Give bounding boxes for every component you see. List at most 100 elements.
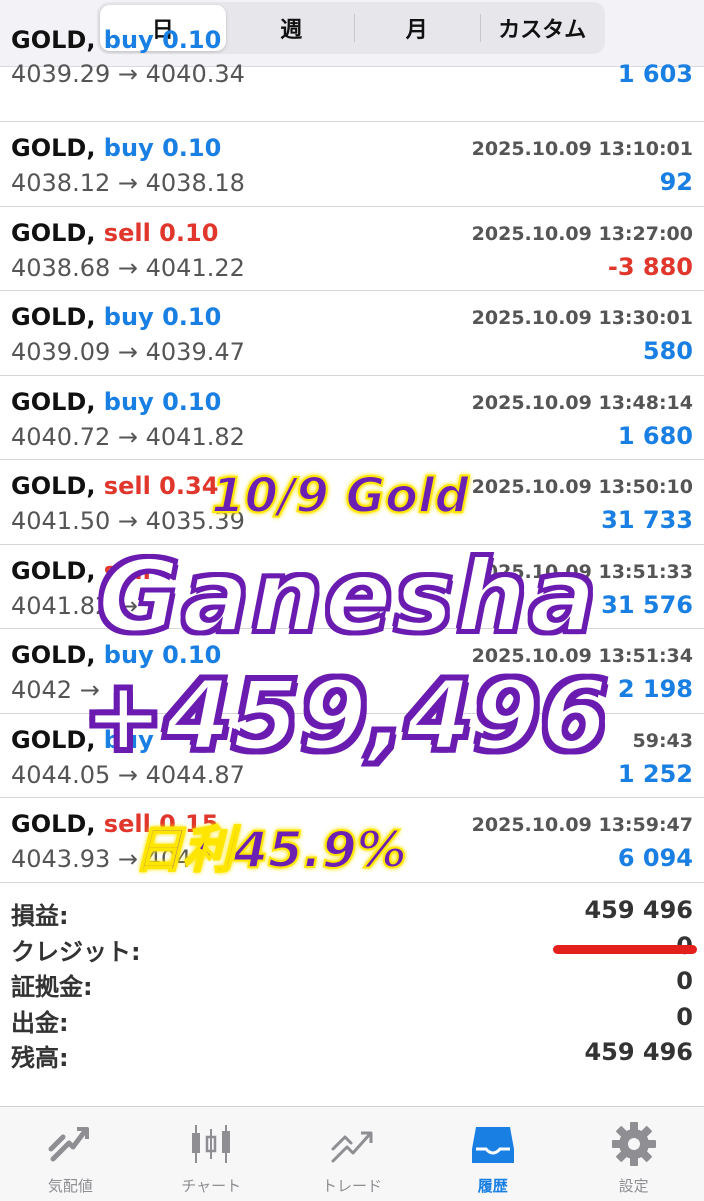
summary-label: 証拠金: (11, 973, 93, 1001)
tab-history[interactable]: 履歴 (422, 1107, 563, 1201)
trade-prices: 4039.29 → 4040.34 (11, 60, 245, 88)
summary-label: 出金: (11, 1008, 69, 1037)
trade-symbol-name: GOLD, (11, 556, 96, 585)
open-price: 4039.09 (11, 338, 111, 366)
trade-row[interactable]: GOLD, sell 0.34 2025.10.09 13:50:10 4041.5… (0, 460, 704, 545)
tab-chart[interactable]: チャート (141, 1107, 282, 1201)
trade-direction: buy (103, 387, 154, 416)
tab-quotes[interactable]: 気配値 (0, 1107, 141, 1201)
trade-direction: buy (103, 725, 154, 754)
close-price: 4041.22 (145, 253, 245, 282)
close-price: 4035.39 (145, 507, 245, 535)
trade-direction: buy (103, 641, 154, 669)
trade-symbol-name: GOLD, (11, 26, 96, 54)
trade-direction: buy (103, 26, 154, 54)
trade-direction: sell (103, 472, 151, 500)
trade-prices: 4040.72 → 4041.82 (11, 423, 245, 451)
trade-row[interactable]: GOLD, buy 59:43 4044.05 → 4044.87 1 252 (0, 714, 704, 798)
trade-direction: sell (103, 556, 151, 585)
trade-volume: 0.10 (162, 303, 222, 331)
trade-row[interactable]: GOLD, sell 0.10 2025.10.09 13:27:00 4038.6… (0, 207, 704, 291)
trade-direction: sell (103, 218, 151, 247)
tab-trade-label: トレード (321, 1177, 382, 1195)
trade-history-list: GOLD, buy 0.10 4039.29 → 4040.34 1 603 GOLD… (0, 26, 704, 883)
open-price: 4038.12 (11, 169, 111, 197)
trade-type: sell 0.10 (95, 218, 219, 247)
trade-symbol: GOLD, sell 0.10 (11, 219, 218, 247)
summary-value: 0 (676, 1002, 693, 1031)
trade-profit: 1 680 (617, 421, 693, 450)
trade-profit: 1 603 (617, 60, 693, 88)
summary-row: 証拠金: 0 (0, 963, 704, 1001)
open-price: 4044.05 (11, 760, 111, 789)
tab-settings[interactable]: 設定 (563, 1107, 704, 1201)
summary-row: 出金: 0 (0, 999, 704, 1037)
summary-value: 459 496 (584, 1038, 693, 1066)
trade-prices: 4044.05 → 4044.87 (11, 761, 245, 789)
arrow-right-icon: → (117, 422, 138, 451)
trade-row[interactable]: GOLD, buy 0.10 4039.29 → 4040.34 1 603 (0, 26, 704, 122)
trade-type: buy (95, 725, 154, 754)
trade-symbol: GOLD, sell 0.15 (11, 810, 218, 838)
arrow-right-icon: → (117, 338, 138, 366)
trade-symbol-name: GOLD, (11, 134, 96, 162)
trade-direction: sell (103, 810, 151, 838)
arrow-right-icon: → (117, 760, 138, 789)
arrow-right-icon: → (117, 507, 138, 535)
settings-icon (611, 1122, 656, 1166)
trade-symbol-name: GOLD, (11, 810, 96, 838)
trade-symbol: GOLD, buy 0.10 (11, 26, 221, 54)
trade-time: 2025.10.09 13:51:34 (471, 645, 693, 667)
trade-icon (331, 1131, 373, 1163)
trade-symbol-name: GOLD, (11, 725, 96, 754)
trade-volume: 0.10 (162, 26, 222, 54)
trade-type: buy 0.10 (95, 26, 222, 54)
trade-row[interactable]: GOLD, buy 0.10 2025.10.09 13:51:34 4042 → … (0, 629, 704, 714)
trade-time: 2025.10.09 13:10:01 (471, 138, 693, 160)
summary-label: 残高: (11, 1044, 69, 1072)
tab-trade[interactable]: トレード (282, 1107, 423, 1201)
trade-profit: 2 198 (617, 675, 693, 703)
summary-label: 損益: (11, 902, 69, 930)
summary-row: 損益: 459 496 (0, 892, 704, 930)
tab-quotes-label: 気配値 (47, 1177, 93, 1195)
trade-profit: 92 (659, 168, 693, 196)
trade-symbol: GOLD, buy 0.10 (11, 641, 221, 669)
summary-value: 0 (676, 967, 693, 995)
trade-volume: 0.15 (159, 810, 219, 838)
trade-profit: 1 252 (617, 759, 693, 788)
summary-row: 残高: 459 496 (0, 1034, 704, 1072)
trade-symbol: GOLD, buy 0.10 (11, 134, 221, 162)
trade-row[interactable]: GOLD, sell 2025.10.09 13:51:33 4041.82 → … (0, 545, 704, 629)
trade-time: 59:43 (632, 729, 693, 752)
trade-row[interactable]: GOLD, sell 0.15 2025.10.09 13:59:47 4043.9… (0, 798, 704, 883)
trade-row[interactable]: GOLD, buy 0.10 2025.10.09 13:10:01 4038.12… (0, 122, 704, 207)
trade-time: 2025.10.09 13:50:10 (471, 476, 693, 498)
open-price: 4042 (11, 676, 73, 704)
trade-symbol: GOLD, buy 0.10 (11, 388, 221, 416)
trade-direction: buy (103, 303, 154, 331)
close-price: 4039.47 (145, 338, 245, 366)
trade-type: sell 0.34 (95, 472, 219, 500)
tab-history-label: 履歴 (477, 1177, 508, 1195)
open-price: 4040.72 (11, 422, 111, 451)
trade-symbol-name: GOLD, (11, 387, 96, 416)
trade-volume: 0.10 (162, 134, 222, 162)
trade-profit: 31 576 (601, 590, 693, 619)
trade-time: 2025.10.09 13:48:14 (471, 391, 693, 414)
trade-symbol-name: GOLD, (11, 641, 96, 669)
trade-volume: 0.10 (162, 387, 222, 416)
trade-symbol: GOLD, buy (11, 726, 154, 754)
trade-profit: -3 880 (607, 252, 693, 281)
trade-row[interactable]: GOLD, buy 0.10 2025.10.09 13:48:14 4040.72… (0, 376, 704, 460)
trade-row[interactable]: GOLD, buy 0.10 2025.10.09 13:30:01 4039.09… (0, 291, 704, 376)
open-price: 4043.93 (11, 845, 111, 873)
trade-symbol: GOLD, sell 0.34 (11, 472, 218, 500)
close-price: 404 (145, 845, 192, 873)
trade-volume: 0.34 (159, 472, 219, 500)
trade-prices: 4043.93 → 404 (11, 845, 191, 873)
trade-direction: buy (103, 134, 154, 162)
close-price: 4044.87 (145, 760, 245, 789)
trade-type: buy 0.10 (95, 387, 222, 416)
arrow-right-icon: → (117, 60, 138, 88)
